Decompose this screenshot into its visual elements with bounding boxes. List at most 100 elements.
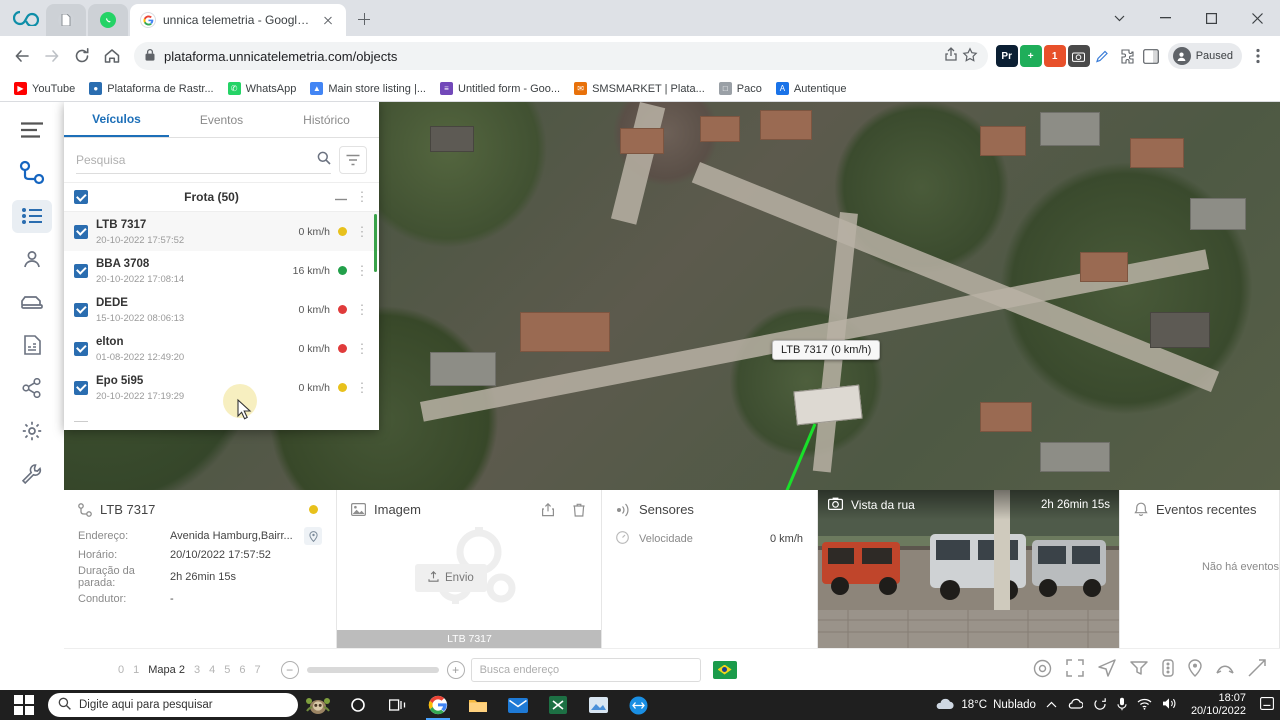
- excel-taskbar-icon[interactable]: [538, 690, 578, 720]
- row-menu-icon[interactable]: ⋮: [355, 342, 369, 355]
- sidebar-item-user[interactable]: [12, 243, 52, 276]
- filter-button[interactable]: [339, 146, 367, 174]
- task-view-icon[interactable]: [378, 690, 418, 720]
- group-checkbox[interactable]: [74, 190, 88, 204]
- page-current[interactable]: Mapa 2: [148, 664, 185, 676]
- map-marker-icon[interactable]: [1188, 659, 1202, 680]
- page-4[interactable]: 4: [209, 664, 215, 676]
- tray-expand-icon[interactable]: [1046, 699, 1057, 711]
- page-3[interactable]: 3: [194, 664, 200, 676]
- bookmark-autentique[interactable]: A Autentique: [770, 80, 853, 97]
- page-1[interactable]: 1: [133, 664, 139, 676]
- browser-tab-active[interactable]: unnica telemetria - Google Search: [130, 4, 346, 36]
- sidebar-item-tools[interactable]: [12, 457, 52, 490]
- row-checkbox[interactable]: [74, 302, 88, 317]
- chrome-menu-button[interactable]: [1244, 42, 1272, 70]
- side-panel-icon[interactable]: [1140, 45, 1162, 67]
- zoom-out-button[interactable]: −: [280, 660, 299, 679]
- onedrive-icon[interactable]: [1067, 698, 1084, 712]
- sidebar-item-reports[interactable]: [12, 328, 52, 361]
- group-menu-icon[interactable]: ⋮: [355, 190, 369, 203]
- maximize-button[interactable]: [1188, 0, 1234, 36]
- cortana-icon[interactable]: [338, 690, 378, 720]
- panel-resize-handle[interactable]: [64, 416, 379, 430]
- street-view-card[interactable]: Vista da rua 2h 26min 15s: [818, 490, 1120, 648]
- list-item[interactable]: BBA 3708 20-10-2022 17:08:14 16 km/h ⋮: [64, 251, 379, 290]
- profile-paused-pill[interactable]: Paused: [1167, 43, 1242, 69]
- upload-icon[interactable]: [541, 502, 555, 517]
- home-button[interactable]: [98, 42, 126, 70]
- explorer-taskbar-icon[interactable]: [458, 690, 498, 720]
- extension-1-icon[interactable]: 1: [1043, 45, 1066, 67]
- close-icon[interactable]: [320, 12, 336, 28]
- search-box[interactable]: [76, 146, 331, 174]
- list-item[interactable]: Epo 5i95 20-10-2022 17:19:29 0 km/h ⋮: [64, 368, 379, 407]
- chevron-down-icon[interactable]: [1096, 0, 1142, 36]
- teamviewer-taskbar-icon[interactable]: [618, 690, 658, 720]
- sidebar-item-vehicle[interactable]: [12, 286, 52, 319]
- menu-icon[interactable]: [12, 114, 52, 147]
- tab-veiculos[interactable]: Veículos: [64, 102, 169, 137]
- sidebar-item-settings[interactable]: [12, 414, 52, 447]
- vehicle-marker[interactable]: [793, 384, 863, 426]
- map-pin-icon[interactable]: [304, 527, 322, 545]
- row-menu-icon[interactable]: ⋮: [355, 225, 369, 238]
- extension-pencil-icon[interactable]: [1092, 45, 1114, 67]
- browser-tab-1[interactable]: [46, 4, 86, 36]
- share-icon[interactable]: [943, 46, 959, 66]
- bookmark-paco[interactable]: □ Paco: [713, 80, 768, 97]
- list-item[interactable]: LTB 7317 20-10-2022 17:57:52 0 km/h ⋮: [64, 212, 379, 251]
- page-6[interactable]: 6: [239, 664, 245, 676]
- bookmark-main-store-listing[interactable]: ▲ Main store listing |...: [304, 80, 432, 97]
- tab-historico[interactable]: Histórico: [274, 102, 379, 137]
- list-item[interactable]: DEDE 15-10-2022 08:06:13 0 km/h ⋮: [64, 290, 379, 329]
- ruler-icon[interactable]: [1248, 659, 1266, 680]
- list-item[interactable]: elton 01-08-2022 12:49:20 0 km/h ⋮: [64, 329, 379, 368]
- row-checkbox[interactable]: [74, 224, 88, 239]
- chrome-taskbar-icon[interactable]: [418, 690, 458, 720]
- recenter-icon[interactable]: [1033, 659, 1052, 681]
- filter-funnel-icon[interactable]: [1130, 661, 1148, 678]
- address-search-box[interactable]: [470, 657, 701, 682]
- zoom-slider[interactable]: [306, 666, 439, 673]
- bookmark-untitled-form[interactable]: ≡ Untitled form - Goo...: [434, 80, 566, 97]
- browser-tab-2[interactable]: [88, 4, 128, 36]
- sidebar-item-objects[interactable]: [12, 199, 52, 233]
- object-list[interactable]: LTB 7317 20-10-2022 17:57:52 0 km/h ⋮ BB…: [64, 212, 379, 416]
- puzzle-icon[interactable]: [1116, 45, 1138, 67]
- group-row-frota[interactable]: Frota (50) ⋮: [64, 182, 379, 212]
- mail-taskbar-icon[interactable]: [498, 690, 538, 720]
- collapse-icon[interactable]: [335, 190, 347, 204]
- measure-icon[interactable]: [1216, 661, 1234, 678]
- row-checkbox[interactable]: [74, 341, 88, 356]
- row-menu-icon[interactable]: ⋮: [355, 381, 369, 394]
- address-search-input[interactable]: [479, 663, 692, 676]
- sidebar-item-share[interactable]: [12, 371, 52, 404]
- page-5[interactable]: 5: [224, 664, 230, 676]
- close-window-button[interactable]: [1234, 0, 1280, 36]
- photos-taskbar-icon[interactable]: [578, 690, 618, 720]
- extension-add-icon[interactable]: +: [1019, 45, 1042, 67]
- row-menu-icon[interactable]: ⋮: [355, 303, 369, 316]
- fullscreen-icon[interactable]: [1066, 659, 1084, 680]
- reload-button[interactable]: [68, 42, 96, 70]
- bookmark-plataforma[interactable]: ● Plataforma de Rastr...: [83, 80, 219, 97]
- delete-icon[interactable]: [573, 503, 585, 517]
- sync-icon[interactable]: [1093, 697, 1107, 714]
- network-icon[interactable]: [1137, 698, 1152, 713]
- back-button[interactable]: [8, 42, 36, 70]
- notifications-icon[interactable]: [1260, 697, 1274, 713]
- search-input[interactable]: [76, 152, 317, 167]
- volume-icon[interactable]: [1162, 697, 1177, 713]
- bookmark-whatsapp[interactable]: ✆ WhatsApp: [222, 80, 303, 97]
- weather-widget[interactable]: 18°C Nublado: [933, 697, 1036, 714]
- bookmark-star-icon[interactable]: [962, 46, 978, 66]
- row-menu-icon[interactable]: ⋮: [355, 264, 369, 277]
- page-7[interactable]: 7: [254, 664, 260, 676]
- taskbar-clock[interactable]: 18:07 20/10/2022: [1187, 692, 1250, 718]
- zoom-in-button[interactable]: +: [446, 660, 465, 679]
- extension-pr-icon[interactable]: Pr: [995, 45, 1018, 67]
- taskbar-search[interactable]: Digite aqui para pesquisar: [48, 693, 298, 717]
- forward-button[interactable]: [38, 42, 66, 70]
- row-checkbox[interactable]: [74, 380, 88, 395]
